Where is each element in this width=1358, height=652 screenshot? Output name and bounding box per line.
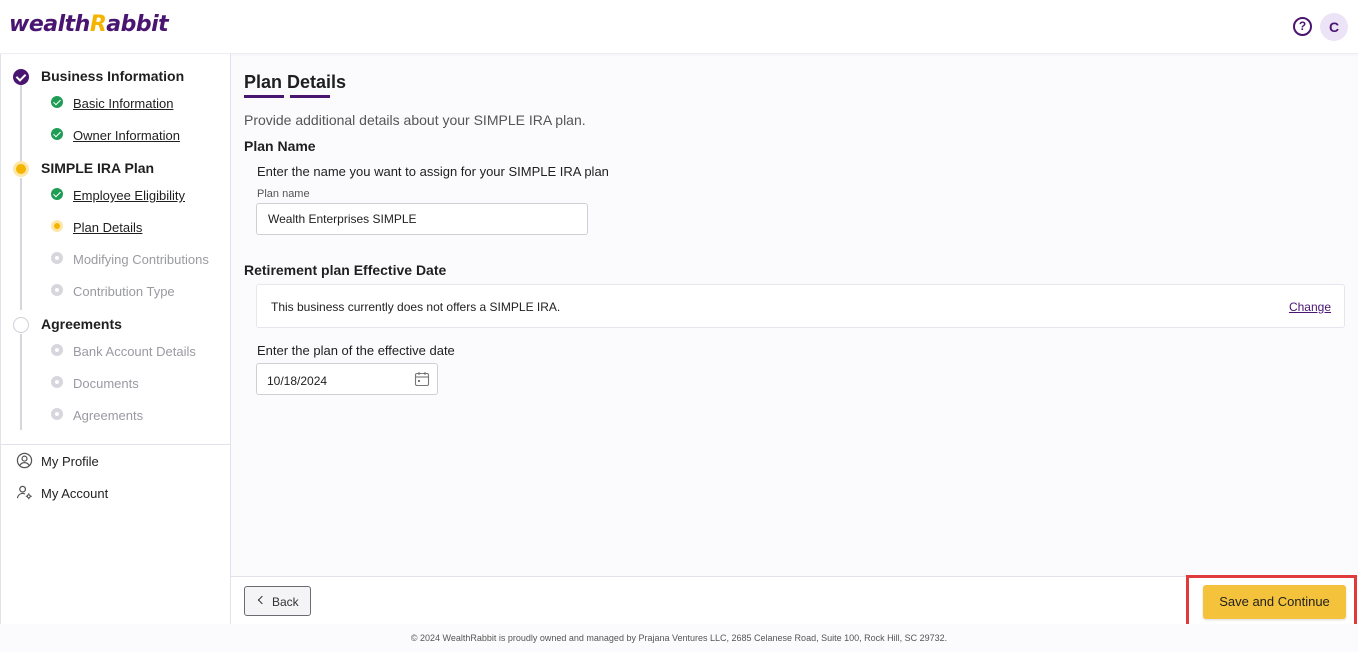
page-title: Plan Details [244,72,347,92]
pending-step-icon [51,376,63,388]
sidebar-item-plan-details[interactable]: Plan Details [73,220,142,235]
sidebar-divider [1,444,231,445]
simple-ira-status-box: This business currently does not offers … [256,284,1345,328]
section-business-information[interactable]: Business Information [41,68,184,84]
plan-name-heading: Plan Name [244,138,316,154]
top-header: wealthRabbit ? C [0,0,1358,54]
logo-text-wealth: wealth [9,12,90,37]
check-circle-icon [51,96,63,108]
section-simple-ira-plan[interactable]: SIMPLE IRA Plan [41,160,154,176]
sidebar-item-modifying-contributions: Modifying Contributions [73,252,209,267]
nav-my-profile[interactable]: My Profile [41,454,99,469]
sidebar-item-employee-eligibility[interactable]: Employee Eligibility [73,188,185,203]
plan-name-input[interactable] [256,203,588,235]
logo-text-r: R [89,12,107,37]
calendar-icon[interactable] [414,371,430,387]
wealthrabbit-logo[interactable]: wealthRabbit [9,12,169,37]
stepper-line-2 [20,178,22,310]
user-circle-icon [16,452,33,469]
plan-name-label: Plan name [257,188,310,200]
nav-my-account[interactable]: My Account [41,486,108,501]
current-step-icon [51,220,63,232]
plan-name-description: Enter the name you want to assign for yo… [257,164,609,179]
simple-ira-status-text: This business currently does not offers … [271,300,561,314]
check-circle-icon [51,128,63,140]
logo-text-abbit: abbit [106,12,169,37]
main-content: Plan Details Provide additional details … [231,54,1358,576]
save-and-continue-button[interactable]: Save and Continue [1203,585,1346,619]
section-pending-icon [13,317,29,333]
sidebar-item-contribution-type: Contribution Type [73,284,175,299]
effective-date-heading: Retirement plan Effective Date [244,262,447,278]
pending-step-icon [51,344,63,356]
effective-date-input[interactable]: 10/18/2024 [256,363,438,395]
sidebar-item-basic-information[interactable]: Basic Information [73,96,173,111]
section-agreements[interactable]: Agreements [41,316,122,332]
sidebar-item-owner-information[interactable]: Owner Information [73,128,180,143]
help-icon[interactable]: ? [1293,17,1312,36]
stepper-line-1 [20,84,22,164]
page-subtitle: Provide additional details about your SI… [244,112,586,128]
action-bar: Back Save and Continue [231,575,1358,629]
change-link[interactable]: Change [1289,300,1331,314]
sidebar-item-bank-account-details: Bank Account Details [73,344,196,359]
sidebar: Business Information Basic Information O… [0,54,231,624]
section-current-icon [13,161,29,177]
copyright-footer: © 2024 WealthRabbit is proudly owned and… [0,624,1358,652]
pending-step-icon [51,408,63,420]
user-avatar[interactable]: C [1320,13,1348,41]
effective-date-value: 10/18/2024 [267,374,328,388]
back-button-label: Back [272,595,299,609]
back-button[interactable]: Back [244,586,311,616]
stepper-line-3 [20,334,22,430]
section-complete-icon [13,69,29,85]
effective-date-description: Enter the plan of the effective date [257,343,455,358]
sidebar-item-documents: Documents [73,376,139,391]
pending-step-icon [51,252,63,264]
chevron-left-icon [257,595,267,605]
sidebar-item-agreements: Agreements [73,408,144,423]
pending-step-icon [51,284,63,296]
title-underline [290,95,330,98]
user-settings-icon [16,485,32,500]
title-underline [244,95,284,98]
check-circle-icon [51,188,63,200]
